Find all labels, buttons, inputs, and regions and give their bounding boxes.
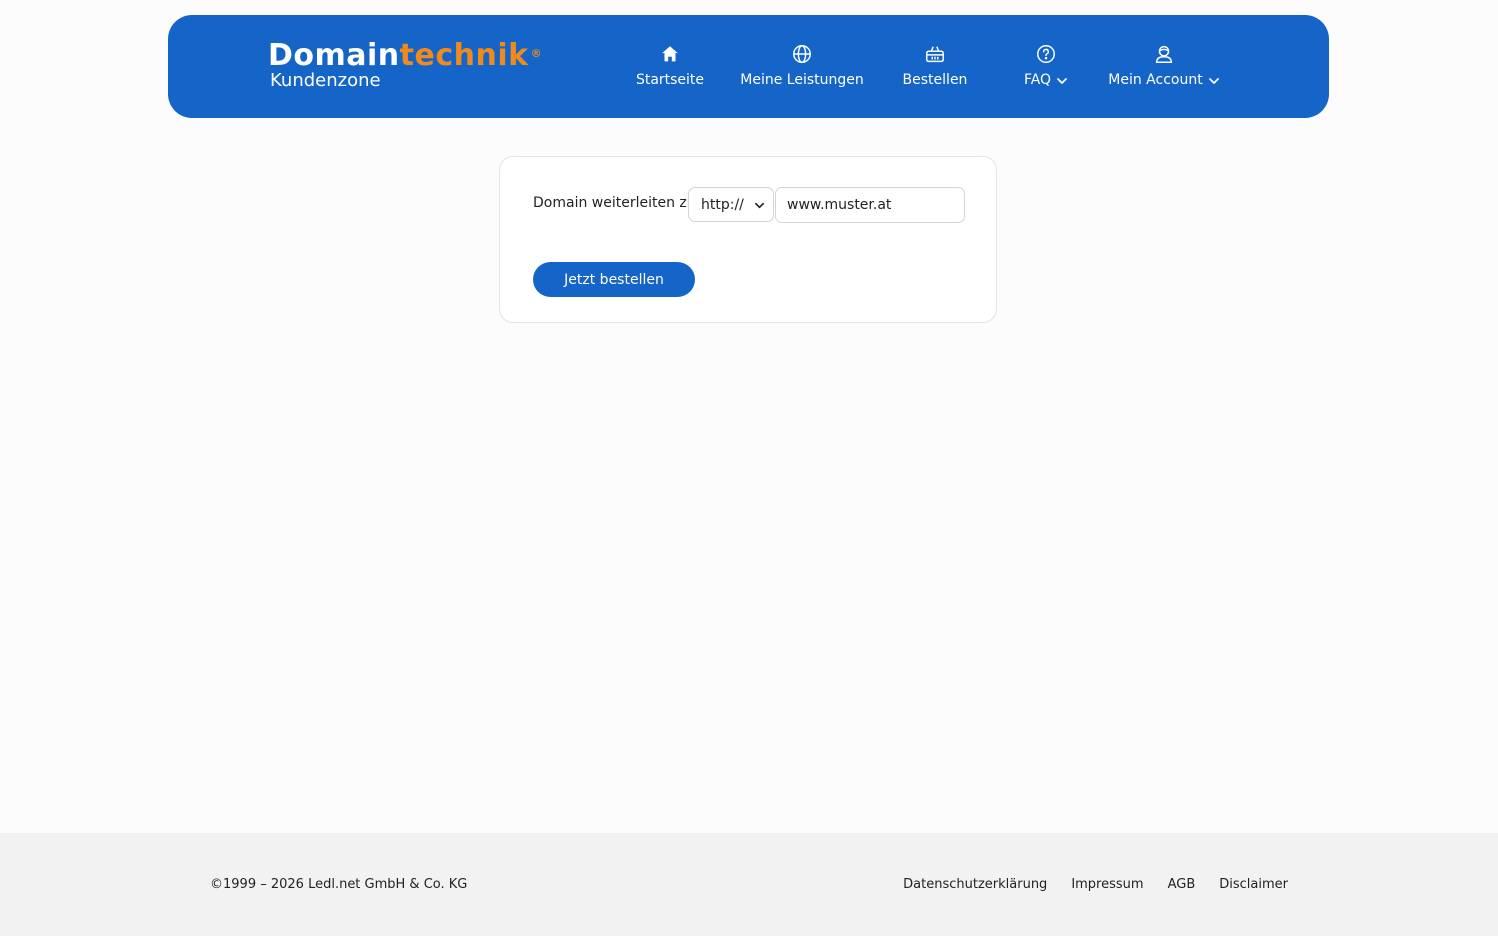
nav-item-meine-leistungen[interactable]: Meine Leistungen — [740, 43, 864, 88]
page-footer: ©1999 – 2026 Ledl.net GmbH & Co. KG Date… — [0, 833, 1498, 936]
footer-link-datenschutz[interactable]: Datenschutzerklärung — [903, 877, 1047, 892]
nav-label-mein-account-text: Mein Account — [1108, 72, 1203, 88]
registered-mark: ® — [530, 47, 543, 60]
brand-name-part2: technik — [399, 38, 529, 73]
home-icon — [659, 43, 681, 65]
footer-links: Datenschutzerklärung Impressum AGB Discl… — [903, 877, 1288, 892]
protocol-select[interactable]: http:// — [688, 187, 774, 222]
chevron-down-icon — [1057, 77, 1067, 84]
chevron-down-icon — [755, 202, 764, 209]
globe-icon — [791, 43, 813, 65]
nav-label-faq-text: FAQ — [1023, 72, 1052, 88]
footer-link-agb[interactable]: AGB — [1168, 877, 1196, 892]
domain-forward-card: Domain weiterleiten zu: http:// Jetzt be… — [499, 156, 997, 323]
order-button[interactable]: Jetzt bestellen — [533, 262, 695, 297]
user-icon — [1153, 43, 1175, 65]
brand-subtitle: Kundenzone — [270, 70, 381, 91]
chevron-down-icon — [1208, 77, 1219, 84]
nav-label-faq: FAQ — [1024, 72, 1068, 88]
basket-icon — [924, 43, 946, 65]
brand-name-part1: Domain — [268, 38, 400, 73]
brand-logo[interactable]: Domaintechnik ® Kundenzone — [268, 41, 542, 91]
nav-label-bestellen: Bestellen — [902, 72, 968, 88]
nav-label-startseite: Startseite — [635, 72, 705, 88]
protocol-select-value: http:// — [701, 196, 744, 213]
main-header: Domaintechnik ® Kundenzone Startseite Mei… — [168, 15, 1329, 118]
copyright-text: ©1999 – 2026 Ledl.net GmbH & Co. KG — [210, 877, 468, 892]
question-circle-icon — [1035, 43, 1057, 65]
brand-wordmark: Domaintechnik ® — [268, 41, 542, 71]
nav-item-mein-account[interactable]: Mein Account — [1108, 43, 1220, 88]
domain-forward-label: Domain weiterleiten zu: — [533, 195, 701, 211]
nav-item-bestellen[interactable]: Bestellen — [898, 43, 972, 88]
footer-link-disclaimer[interactable]: Disclaimer — [1219, 877, 1288, 892]
footer-link-impressum[interactable]: Impressum — [1071, 877, 1143, 892]
nav-item-startseite[interactable]: Startseite — [635, 43, 705, 88]
domain-input[interactable] — [775, 187, 965, 223]
nav-item-faq[interactable]: FAQ — [1018, 43, 1074, 88]
nav-label-meine-leistungen: Meine Leistungen — [740, 72, 864, 88]
nav-label-mein-account: Mein Account — [1108, 72, 1219, 88]
